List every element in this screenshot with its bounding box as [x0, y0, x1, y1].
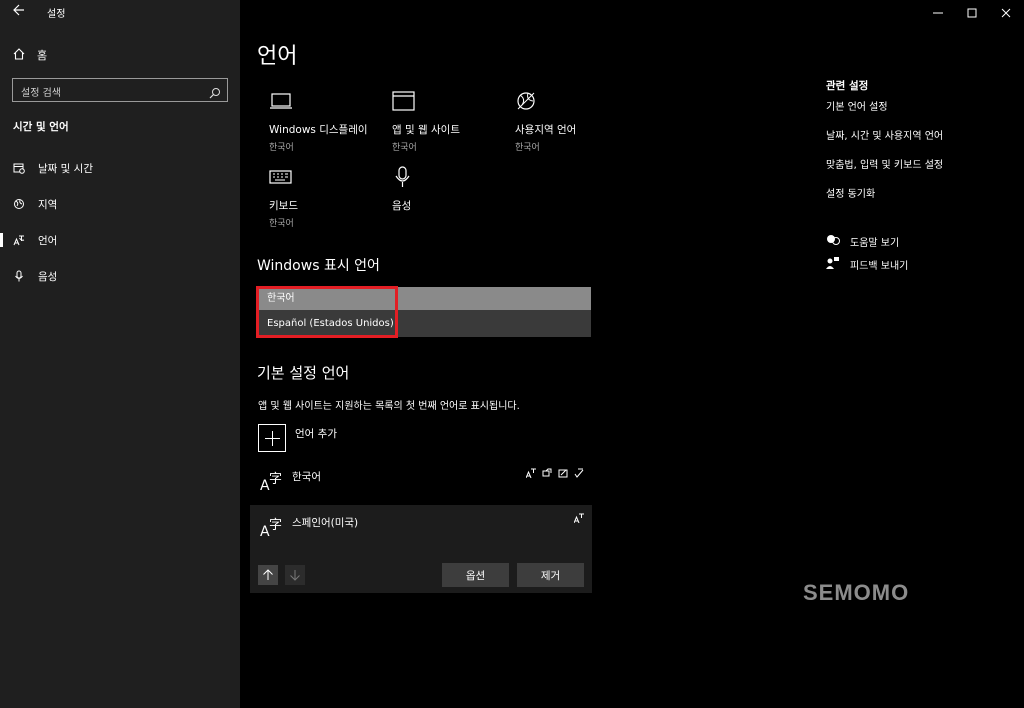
watermark: SEMOMO: [803, 580, 910, 605]
laptop-icon: [269, 90, 295, 114]
tile-windows-display[interactable]: Windows 디스플레이 한국어: [269, 90, 389, 153]
sidebar-item-language[interactable]: 언어: [0, 228, 240, 252]
language-item-spanish[interactable]: A字 스페인어(미국) 옵션 제거: [250, 505, 592, 593]
related-link[interactable]: 날짜, 시간 및 사용지역 언어: [826, 127, 943, 142]
tile-keyboard[interactable]: 키보드 한국어: [269, 166, 389, 229]
search-placeholder: 설정 검색: [21, 88, 61, 99]
sidebar-item-label: 지역: [38, 198, 58, 211]
tile-sub: 한국어: [269, 219, 294, 229]
back-arrow-icon[interactable]: [10, 4, 28, 22]
arrow-down-icon: [290, 570, 300, 581]
help-chat-icon: [826, 234, 840, 249]
microphone-icon: [392, 166, 418, 190]
related-link[interactable]: 맞춤법, 입력 및 키보드 설정: [826, 156, 943, 171]
language-icon: A字: [260, 518, 283, 540]
get-help-link[interactable]: 도움말 보기: [826, 234, 899, 249]
calendar-clock-icon: [12, 161, 26, 175]
tile-sub: 한국어: [515, 143, 540, 153]
language-icon: [12, 233, 26, 247]
spellcheck-icon: [574, 468, 584, 478]
display-language-heading: Windows 표시 언어: [257, 258, 380, 274]
sidebar-item-region[interactable]: 지역: [0, 192, 240, 216]
app-title: 설정: [47, 9, 66, 20]
tile-speech[interactable]: 음성: [392, 166, 512, 216]
language-icon: A字: [260, 472, 283, 494]
handwriting-icon: [558, 469, 568, 478]
tile-regional-format[interactable]: 사용지역 언어 한국어: [515, 90, 635, 153]
microphone-icon: [12, 269, 26, 283]
section-title: 시간 및 언어: [13, 121, 69, 133]
tile-sub: 한국어: [392, 143, 417, 153]
move-down-button[interactable]: [285, 565, 305, 585]
tile-name: Windows 디스플레이: [269, 124, 368, 136]
search-icon[interactable]: [209, 84, 221, 99]
maximize-button[interactable]: [960, 4, 984, 22]
globe-pin-icon: [515, 90, 541, 114]
related-link[interactable]: 설정 동기화: [826, 185, 875, 200]
sidebar-item-label: 날짜 및 시간: [38, 162, 93, 175]
sidebar-item-home[interactable]: 홈: [13, 46, 47, 64]
tile-sub: 한국어: [269, 143, 294, 153]
add-language-button[interactable]: 언어 추가: [258, 424, 337, 452]
language-features: [574, 513, 584, 523]
home-icon: [13, 47, 25, 63]
highlight-annotation: [256, 286, 398, 338]
page-title: 언어: [257, 44, 298, 69]
keyboard-icon: [269, 166, 295, 190]
sidebar-item-speech[interactable]: 음성: [0, 264, 240, 288]
language-name: 스페인어(미국): [292, 517, 359, 529]
remove-button[interactable]: 제거: [517, 563, 584, 587]
plus-icon: [258, 424, 286, 452]
speech-icon: [542, 468, 552, 477]
display-language-icon: [526, 468, 536, 478]
options-button[interactable]: 옵션: [442, 563, 509, 587]
sidebar-item-label: 음성: [38, 270, 58, 283]
move-up-button[interactable]: [258, 565, 278, 585]
search-input[interactable]: 설정 검색: [12, 78, 228, 102]
sidebar-item-date-time[interactable]: 날짜 및 시간: [0, 156, 240, 180]
feedback-label: 피드백 보내기: [850, 261, 909, 272]
language-features: [526, 468, 584, 478]
globe-icon: [12, 197, 26, 211]
minimize-button[interactable]: [926, 4, 950, 22]
add-language-label: 언어 추가: [295, 428, 337, 440]
related-settings-title: 관련 설정: [826, 80, 869, 92]
language-item-korean[interactable]: A字 한국어: [250, 462, 592, 502]
tile-name: 앱 및 웹 사이트: [392, 124, 460, 136]
tile-name: 키보드: [269, 200, 298, 212]
window-icon: [392, 90, 418, 114]
sidebar-item-label: 언어: [38, 234, 58, 247]
help-label: 도움말 보기: [850, 238, 900, 249]
language-name: 한국어: [292, 471, 321, 483]
send-feedback-link[interactable]: 피드백 보내기: [826, 257, 908, 272]
tile-name: 음성: [392, 200, 412, 212]
arrow-up-icon: [263, 569, 273, 580]
sidebar-item-label: 홈: [37, 49, 48, 62]
preferred-language-description: 앱 및 웹 사이트는 지원하는 목록의 첫 번째 언어로 표시됩니다.: [258, 401, 520, 412]
feedback-icon: [826, 257, 840, 272]
sidebar: 설정 홈 설정 검색 시간 및 언어 날짜 및 시간 지역 언어 음성: [0, 0, 240, 708]
tile-name: 사용지역 언어: [515, 124, 577, 136]
display-language-icon: [574, 513, 584, 523]
preferred-language-heading: 기본 설정 언어: [257, 364, 350, 382]
tile-apps-websites[interactable]: 앱 및 웹 사이트 한국어: [392, 90, 512, 153]
close-button[interactable]: [994, 4, 1018, 22]
related-link[interactable]: 기본 언어 설정: [826, 98, 888, 113]
